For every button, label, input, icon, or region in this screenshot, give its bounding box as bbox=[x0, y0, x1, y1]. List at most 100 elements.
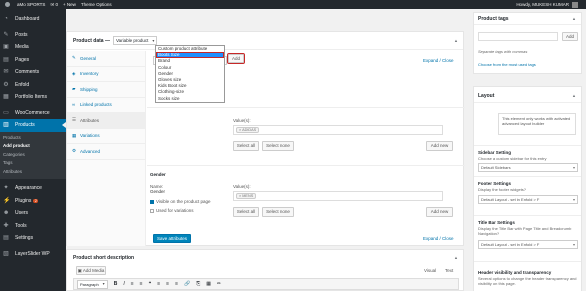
theme-options-link[interactable]: Theme Options bbox=[81, 2, 112, 7]
attribute-values-input[interactable]: × MENS bbox=[233, 191, 443, 201]
admin-bar: aMo SPORTS ✉ 0 + New Theme Options Howdy… bbox=[0, 0, 586, 9]
product-data-title: Product data — bbox=[73, 37, 110, 44]
tab-general[interactable]: ✎ General bbox=[67, 51, 145, 67]
add-new-button[interactable]: Add new bbox=[426, 207, 453, 217]
attribute-values-input[interactable]: × ADIDAS bbox=[233, 125, 443, 135]
menu-item-appearance[interactable]: ✦ Appearance bbox=[0, 182, 66, 195]
dashboard-icon: ◔ bbox=[4, 16, 8, 23]
title-bar-select[interactable]: Default Layout - set in Enfold > F bbox=[478, 240, 578, 249]
menu-item-plugins[interactable]: ⚡ Plugins 2 bbox=[0, 195, 66, 208]
product-data-header: Product data — Variable product ▲ bbox=[67, 32, 463, 50]
menu-item-products[interactable]: ▥ Products bbox=[0, 119, 66, 132]
layout-box: Layout ▲ This element only works with ac… bbox=[473, 86, 582, 291]
tab-advanced[interactable]: ⚙ Advanced bbox=[67, 144, 145, 160]
menu-item-settings[interactable]: ▤ Settings bbox=[0, 232, 66, 245]
tab-text[interactable]: Text bbox=[445, 268, 453, 273]
expand-close-link[interactable]: Expand / Close bbox=[423, 236, 454, 241]
add-new-button[interactable]: Add new bbox=[426, 141, 453, 151]
sidebar-select[interactable]: Default Sidebars bbox=[478, 163, 578, 172]
select-none-button[interactable]: Select none bbox=[262, 207, 294, 217]
menu-item-media[interactable]: ▣ Media bbox=[0, 41, 66, 54]
main-content: Product data — Variable product ▲ ✎Gener… bbox=[66, 9, 586, 291]
align-left-icon[interactable]: ≡ bbox=[157, 281, 160, 287]
submenu-item-products[interactable]: Products bbox=[0, 134, 66, 143]
products-icon: ▥ bbox=[3, 122, 9, 129]
tab-variations[interactable]: ▦ Variations bbox=[67, 129, 145, 144]
tab-attributes[interactable]: ☰ Attributes bbox=[67, 113, 145, 129]
menu-item-comments[interactable]: ✉ Comments bbox=[0, 66, 66, 79]
menu-item-posts[interactable]: ✎ Posts bbox=[0, 29, 66, 42]
align-center-icon[interactable]: ≡ bbox=[166, 281, 169, 287]
toolbar-toggle-icon[interactable]: ▦ bbox=[206, 281, 211, 287]
tab-linked-products[interactable]: ∞ Linked products bbox=[67, 98, 145, 113]
site-name-link[interactable]: aMo SPORTS bbox=[17, 2, 45, 7]
menu-item-layerslider[interactable]: ▧ LayerSlider WP bbox=[0, 248, 66, 261]
submenu-item-add-product[interactable]: Add product bbox=[0, 142, 66, 151]
menu-item-pages[interactable]: ▤ Pages bbox=[0, 54, 66, 67]
save-attributes-button[interactable]: Save attributes bbox=[153, 234, 191, 243]
select-all-button[interactable]: Select all bbox=[233, 141, 259, 151]
numbered-list-icon[interactable]: ≡ bbox=[140, 281, 143, 287]
variations-checkbox-row[interactable]: Used for variations bbox=[150, 208, 194, 213]
blockquote-icon[interactable]: ❝ bbox=[149, 281, 152, 287]
align-right-icon[interactable]: ≡ bbox=[175, 281, 178, 287]
product-type-select[interactable]: Variable product bbox=[112, 36, 158, 45]
menu-item-woocommerce[interactable]: ▭ WooCommerce bbox=[0, 107, 66, 120]
update-count-badge: 2 bbox=[33, 198, 39, 203]
expand-close-link[interactable]: Expand / Close bbox=[423, 58, 454, 63]
account-menu[interactable]: Howdy, MUKESH KUMAR bbox=[516, 1, 578, 8]
title-bar-heading: Title Bar Settings bbox=[478, 220, 515, 225]
more-tag-icon[interactable]: ⎘ bbox=[196, 281, 200, 287]
bold-icon[interactable]: B bbox=[114, 281, 118, 287]
value-token[interactable]: × MENS bbox=[236, 193, 257, 199]
footer-select[interactable]: Default Layout - set in Enfold > F bbox=[478, 195, 578, 204]
media-icon: ▣ bbox=[3, 44, 9, 51]
tags-hint: Separate tags with commas bbox=[478, 49, 528, 54]
add-media-button[interactable]: ▣ Add Media bbox=[76, 266, 106, 275]
visible-checkbox-row[interactable]: Visible on the product page bbox=[150, 199, 210, 204]
tab-visual[interactable]: Visual bbox=[424, 268, 436, 273]
tab-inventory[interactable]: ◈ Inventory bbox=[67, 67, 145, 82]
tab-shipping[interactable]: ▰ Shipping bbox=[67, 82, 145, 98]
gear-icon: ⚙ bbox=[72, 148, 77, 154]
add-tag-button[interactable]: Add bbox=[562, 32, 578, 41]
choose-tags-link[interactable]: Choose from the most used tags bbox=[478, 62, 536, 67]
tag-input[interactable] bbox=[478, 32, 558, 41]
comments-link[interactable]: ✉ 0 bbox=[50, 2, 58, 8]
truck-icon: ▰ bbox=[72, 86, 76, 92]
sidebar-setting-desc: Choose a custom sidebar for this entry bbox=[478, 156, 547, 161]
bullet-list-icon[interactable]: ≡ bbox=[131, 281, 134, 287]
checkbox[interactable] bbox=[150, 208, 154, 213]
wordpress-logo-icon[interactable] bbox=[5, 2, 12, 7]
dropdown-option[interactable]: Socks size bbox=[156, 96, 224, 102]
menu-item-dashboard[interactable]: ◔ Dashboard bbox=[0, 13, 66, 26]
new-content-link[interactable]: + New bbox=[63, 2, 76, 7]
collapse-arrow-icon[interactable]: ▲ bbox=[572, 93, 576, 98]
submenu-item-tags[interactable]: Tags bbox=[0, 159, 66, 168]
pages-icon: ▤ bbox=[3, 56, 9, 63]
pencil-icon[interactable]: ✏ bbox=[217, 281, 221, 287]
checkbox[interactable] bbox=[150, 199, 154, 204]
select-none-button[interactable]: Select none bbox=[262, 141, 294, 151]
attribute-dropdown-list: Custom product attribute Boots Size Bran… bbox=[155, 45, 225, 103]
menu-item-users[interactable]: ☻ Users bbox=[0, 207, 66, 220]
collapse-arrow-icon[interactable]: ▲ bbox=[454, 38, 458, 43]
menu-item-tools[interactable]: ✚ Tools bbox=[0, 220, 66, 233]
tools-icon: ✚ bbox=[3, 222, 9, 229]
value-token[interactable]: × ADIDAS bbox=[236, 127, 260, 133]
menu-item-portfolio[interactable]: ▦ Portfolio Items bbox=[0, 91, 66, 104]
submenu-item-categories[interactable]: Categories bbox=[0, 151, 66, 160]
users-icon: ☻ bbox=[3, 210, 10, 217]
add-attribute-button[interactable]: Add bbox=[227, 53, 245, 64]
collapse-arrow-icon[interactable]: ▲ bbox=[572, 16, 576, 21]
paragraph-format-select[interactable]: Paragraph bbox=[77, 279, 108, 289]
italic-icon[interactable]: I bbox=[123, 281, 124, 287]
footer-settings-desc: Display the footer widgets? bbox=[478, 187, 527, 192]
submenu-item-attributes[interactable]: Attributes bbox=[0, 168, 66, 177]
header-visibility-heading: Header visibility and transparency bbox=[478, 270, 552, 275]
select-all-button[interactable]: Select all bbox=[233, 207, 259, 217]
menu-item-enfold[interactable]: ⚙ Enfold bbox=[0, 79, 66, 92]
collapse-arrow-icon[interactable]: ▲ bbox=[454, 255, 458, 260]
link-icon[interactable]: 🔗 bbox=[184, 281, 190, 287]
header-visibility-desc: Several options to change the header tra… bbox=[478, 276, 577, 286]
